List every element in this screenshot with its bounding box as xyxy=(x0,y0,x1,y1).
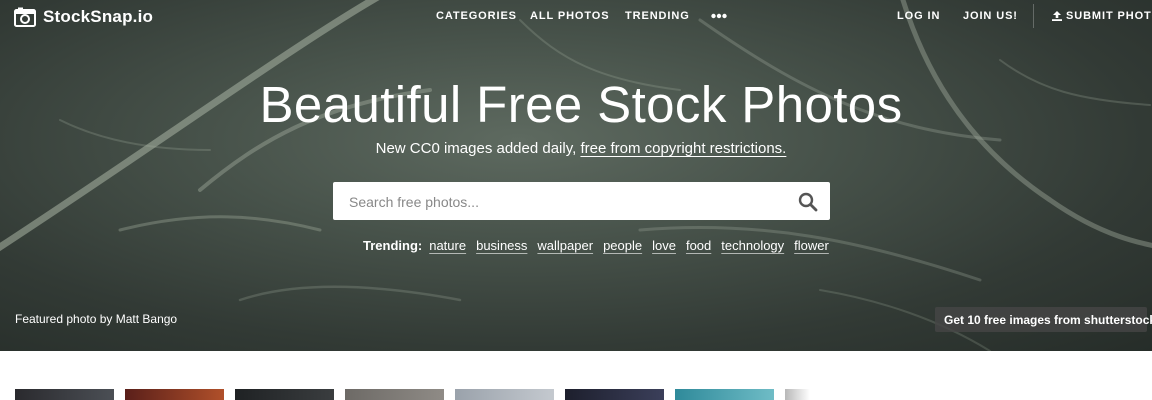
featured-author-link[interactable]: Matt Bango xyxy=(116,312,177,326)
brand-name: StockSnap.io xyxy=(43,7,154,26)
nav-more[interactable] xyxy=(711,11,727,23)
promo-label: Get 10 free images from shutterstock xyxy=(944,312,1152,327)
shutterstock-promo-button[interactable]: Get 10 free images from shutterstock xyxy=(935,307,1152,332)
trending-tag-people[interactable]: people xyxy=(603,238,642,253)
trending-tag-flower[interactable]: flower xyxy=(794,238,829,253)
hero-title: Beautiful Free Stock Photos xyxy=(259,76,903,133)
brand-logo[interactable]: StockSnap.io xyxy=(14,6,153,28)
submit-photos-label: SUBMIT PHOTOS xyxy=(1066,10,1152,22)
photo-thumbnail[interactable] xyxy=(565,389,664,400)
trending-tag-business[interactable]: business xyxy=(476,238,527,253)
photo-thumbnail[interactable] xyxy=(785,389,810,400)
trending-tag-love[interactable]: love xyxy=(652,238,676,253)
search-input[interactable] xyxy=(347,190,791,214)
photo-thumbnail[interactable] xyxy=(125,389,224,400)
photo-thumbnail[interactable] xyxy=(675,389,774,400)
search-box xyxy=(333,182,830,220)
trending-tag-nature[interactable]: nature xyxy=(429,238,466,253)
top-navigation: StockSnap.io CATEGORIES ALL PHOTOS TREND… xyxy=(0,0,1152,34)
submit-photos-button[interactable]: SUBMIT PHOTOS xyxy=(1052,10,1152,22)
leaf-background-image xyxy=(0,0,1152,351)
photo-thumbnail[interactable] xyxy=(455,389,554,400)
search-icon[interactable] xyxy=(798,192,818,212)
nav-categories[interactable]: CATEGORIES xyxy=(436,10,517,22)
upload-icon xyxy=(1052,11,1062,21)
copyright-link[interactable]: free from copyright restrictions. xyxy=(580,140,786,157)
trending-label: Trending: xyxy=(363,238,423,253)
trending-tag-wallpaper[interactable]: wallpaper xyxy=(537,238,593,253)
featured-credit: Featured photo by Matt Bango xyxy=(15,312,177,326)
nav-divider xyxy=(1033,4,1034,28)
hero-banner: StockSnap.io CATEGORIES ALL PHOTOS TREND… xyxy=(0,0,1152,351)
subtitle-text: New CC0 images added daily, xyxy=(375,140,581,157)
hero-subtitle: New CC0 images added daily, free from co… xyxy=(0,140,1152,157)
featured-prefix: Featured photo by xyxy=(15,312,116,326)
photo-grid xyxy=(0,389,1152,400)
ellipsis-icon xyxy=(711,13,727,19)
photo-thumbnail[interactable] xyxy=(345,389,444,400)
nav-all-photos[interactable]: ALL PHOTOS xyxy=(530,10,610,22)
login-link[interactable]: LOG IN xyxy=(897,10,940,22)
trending-tag-food[interactable]: food xyxy=(686,238,711,253)
trending-tags: Trending: nature business wallpaper peop… xyxy=(363,238,839,253)
trending-tag-technology[interactable]: technology xyxy=(721,238,784,253)
photo-thumbnail[interactable] xyxy=(235,389,334,400)
join-link[interactable]: JOIN US! xyxy=(963,10,1018,22)
camera-icon xyxy=(14,7,36,27)
photo-thumbnail[interactable] xyxy=(15,389,114,400)
nav-trending[interactable]: TRENDING xyxy=(625,10,690,22)
